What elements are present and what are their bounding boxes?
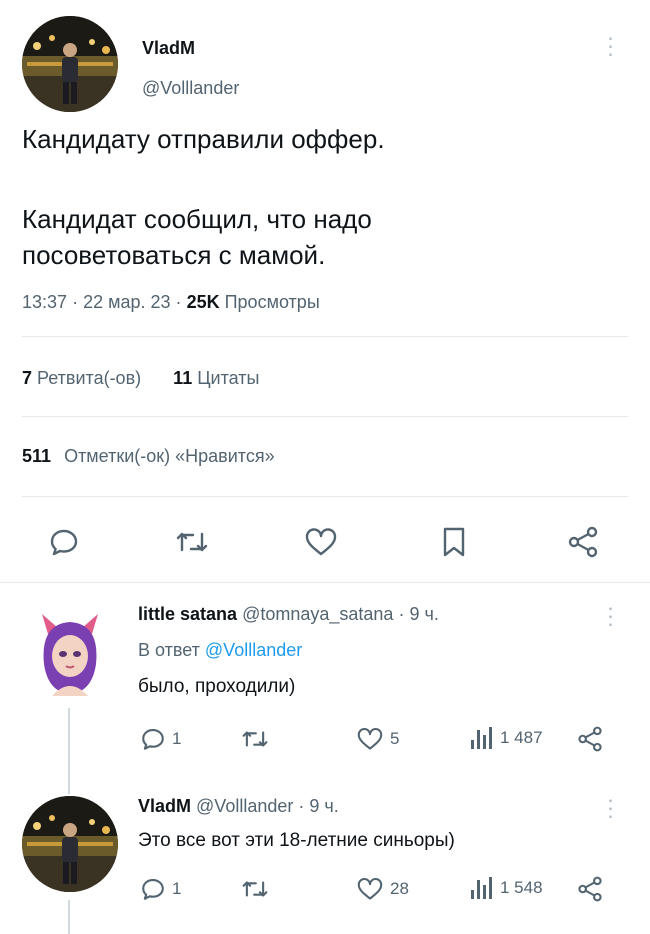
bar-chart-icon <box>471 877 492 899</box>
tweet-text-line-1: Кандидату отправили оффер. <box>22 124 385 154</box>
reply-header: little satana @tomnaya_satana · 9 ч. <box>138 604 439 625</box>
separator: · <box>298 796 305 816</box>
reply-share-button[interactable] <box>576 876 604 902</box>
reply-like-button[interactable]: 5 <box>356 727 399 751</box>
reply-header: VladM @Volllander · 9 ч. <box>138 796 339 817</box>
share-icon <box>568 526 598 558</box>
tweet-meta: 13:37 · 22 мар. 23 · 25K Просмотры <box>22 292 320 313</box>
speech-bubble-icon <box>142 879 164 900</box>
divider <box>22 416 628 417</box>
heart-icon <box>305 528 337 556</box>
retweet-icon <box>242 881 268 897</box>
section-divider <box>0 582 650 583</box>
bookmark-button[interactable] <box>440 526 468 558</box>
share-icon <box>578 876 602 902</box>
retweets-count: 7 <box>22 368 33 388</box>
retweets-label: Ретвита(-ов) <box>37 368 142 388</box>
reply-text: было, проходили) <box>138 676 296 697</box>
comment-count: 1 <box>172 729 182 748</box>
divider <box>22 336 628 337</box>
retweet-icon <box>242 731 268 747</box>
reply-button[interactable] <box>48 526 80 558</box>
quotes-stat[interactable]: 11 Цитаты <box>173 368 259 388</box>
reply-views-button[interactable]: 1 548 <box>468 876 543 900</box>
separator: · <box>72 292 79 312</box>
reply-to: В ответ @Volllander <box>138 640 302 661</box>
reply-avatar[interactable] <box>22 796 118 892</box>
retweet-button[interactable] <box>174 526 210 558</box>
like-count: 5 <box>390 729 400 748</box>
reply-views-button[interactable]: 1 487 <box>468 726 543 750</box>
reply-to-prefix: В ответ <box>138 640 200 660</box>
author-name[interactable]: VladM <box>142 38 195 59</box>
heart-icon <box>357 727 383 750</box>
views-count: 25K <box>186 292 220 312</box>
views-label: Просмотры <box>224 292 320 312</box>
likes-stat[interactable]: 511 Отметки(-ок) «Нравится» <box>22 446 275 467</box>
like-count: 28 <box>390 879 409 898</box>
heart-icon <box>357 877 383 900</box>
thread-line <box>68 900 70 934</box>
views-count: 1 548 <box>500 878 543 897</box>
speech-bubble-icon <box>142 729 164 750</box>
likes-label: Отметки(-ок) «Нравится» <box>64 446 275 466</box>
reply-avatar[interactable] <box>22 604 118 700</box>
tweet-date[interactable]: 22 мар. 23 <box>83 292 170 312</box>
more-dots-icon[interactable]: · · · <box>605 27 615 65</box>
retweets-stat[interactable]: 7 Ретвита(-ов) <box>22 368 146 388</box>
bar-chart-icon <box>471 727 492 749</box>
reply-share-button[interactable] <box>576 726 604 752</box>
reply-retweet-button[interactable] <box>240 726 270 752</box>
reply-like-button[interactable]: 28 <box>356 877 409 901</box>
separator: · <box>398 604 405 624</box>
reply-author-name[interactable]: VladM <box>138 796 191 816</box>
divider <box>22 496 628 497</box>
speech-bubble-icon <box>50 529 78 556</box>
reply-author-name[interactable]: little satana <box>138 604 237 624</box>
likes-count: 511 <box>22 446 52 466</box>
bookmark-icon <box>443 527 465 557</box>
share-button[interactable] <box>566 526 600 558</box>
reply-to-handle[interactable]: @Volllander <box>205 640 302 660</box>
tweet-text-line-3: посоветоваться с мамой. <box>22 240 326 270</box>
reply-author-handle[interactable]: @tomnaya_satana <box>242 604 393 624</box>
stats-row-retweets: 7 Ретвита(-ов) 11 Цитаты <box>22 368 259 389</box>
quotes-count: 11 <box>173 368 193 388</box>
reply-time[interactable]: 9 ч. <box>409 604 438 624</box>
more-dots-icon[interactable]: · · · <box>605 597 615 635</box>
more-dots-icon[interactable]: · · · <box>605 789 615 827</box>
separator: · <box>175 292 182 312</box>
reply-retweet-button[interactable] <box>240 876 270 902</box>
tweet-text-line-2: Кандидат сообщил, что надо <box>22 204 372 234</box>
reply-comment-button[interactable]: 1 <box>140 726 181 752</box>
author-handle[interactable]: @Volllander <box>142 78 239 99</box>
author-avatar[interactable] <box>22 16 118 112</box>
views-count: 1 487 <box>500 728 543 747</box>
comment-count: 1 <box>172 879 182 898</box>
reply-time[interactable]: 9 ч. <box>309 796 338 816</box>
reply-author-handle[interactable]: @Volllander <box>196 796 293 816</box>
reply-comment-button[interactable]: 1 <box>140 876 181 902</box>
reply-text: Это все вот эти 18-летние синьоры) <box>138 830 455 851</box>
like-button[interactable] <box>304 527 338 557</box>
tweet-time[interactable]: 13:37 <box>22 292 67 312</box>
thread-line <box>68 708 70 794</box>
retweet-icon <box>176 532 208 552</box>
quotes-label: Цитаты <box>197 368 260 388</box>
share-icon <box>578 726 602 752</box>
